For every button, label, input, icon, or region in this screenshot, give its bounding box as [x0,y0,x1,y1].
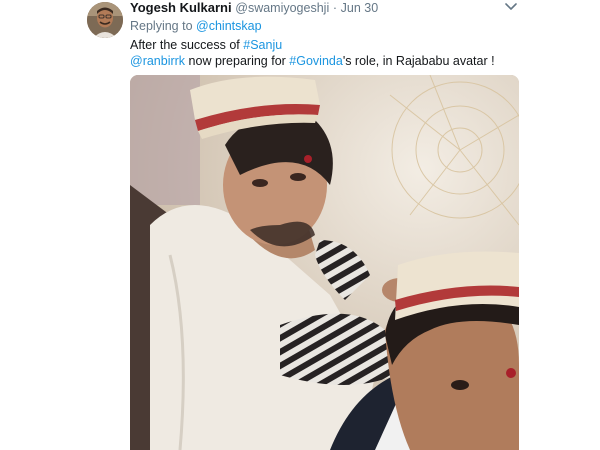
author-name[interactable]: Yogesh Kulkarni [130,0,232,15]
hashtag-sanju-link[interactable]: #Sanju [243,38,282,52]
tweet-text: After the success of #Sanju @ranbirrk no… [130,37,495,69]
replying-prefix: Replying to [130,19,193,33]
tweet: Yogesh Kulkarni @swamiyogeshji · Jun 30 … [0,0,600,450]
tweet-line-1: After the success of #Sanju [130,37,495,53]
mention-ranbirrk-link[interactable]: @ranbirrk [130,54,185,68]
tweet-line-1-text: After the success of [130,38,244,52]
chevron-down-icon[interactable] [503,0,519,14]
replying-handle-link[interactable]: @chintskap [196,19,262,33]
tweet-photo[interactable] [130,75,519,450]
separator-dot: · [332,1,338,15]
tweet-timestamp[interactable]: Jun 30 [341,1,379,15]
author-handle[interactable]: @swamiyogeshji [235,1,329,15]
tweet-header: Yogesh Kulkarni @swamiyogeshji · Jun 30 [130,0,378,16]
replying-to: Replying to @chintskap [130,18,262,34]
tweet-line-2-text-a: now preparing for [185,54,290,68]
hashtag-govinda-link[interactable]: #Govinda [289,54,343,68]
tweet-line-2: @ranbirrk now preparing for #Govinda's r… [130,53,495,69]
avatar[interactable] [87,2,123,38]
tweet-line-2-text-b: 's role, in Rajababu avatar ! [342,54,495,68]
